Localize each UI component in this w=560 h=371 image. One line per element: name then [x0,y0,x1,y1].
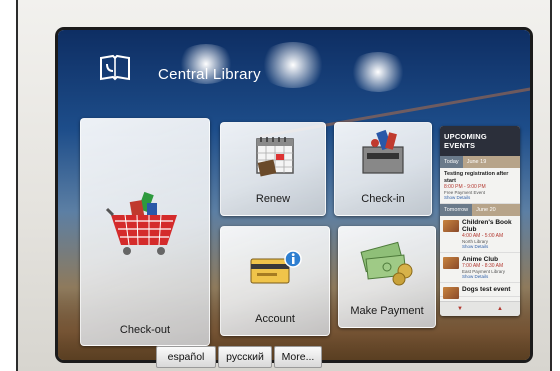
event-item[interactable]: Testing registration after start 8:00 PM… [440,168,520,204]
light-glare [258,42,328,88]
show-details-link[interactable]: Show Details [462,244,516,249]
event-title: Children's Book Club [462,219,512,233]
event-title: Testing registration after start [444,171,509,184]
library-card-icon [250,250,302,284]
checkout-label: Check-out [119,324,171,336]
checkout-button[interactable]: Check-out [80,118,210,346]
make-payment-label: Make Payment [350,305,424,317]
tab-tomorrow[interactable]: Tomorrow [440,204,473,216]
language-button-russian[interactable]: русский [218,346,272,368]
book-drop-icon [362,129,404,174]
checkin-label: Check-in [361,193,405,205]
event-thumbnail [443,220,459,232]
checkin-button[interactable]: Check-in [334,122,432,216]
app-title: Central Library [158,66,261,83]
language-button-spanish[interactable]: español [156,346,216,368]
more-languages-button[interactable]: More... [274,346,322,368]
library-book-icon [100,54,130,81]
event-item[interactable]: Anime Club 7:00 AM - 8:30 AM East Paymen… [440,253,520,283]
bezel-left-edge [0,0,18,371]
event-title: Dogs test event [462,286,511,293]
tomorrow-date: June 20 [472,204,520,216]
light-glare [348,52,408,92]
tab-today[interactable]: Today [440,156,463,168]
today-tab-row: Today June 19 [440,156,520,168]
event-title: Anime Club [462,256,499,263]
account-label: Account [255,313,295,325]
calendar-icon [256,137,294,177]
today-date: June 19 [462,156,520,168]
renew-label: Renew [255,193,291,205]
event-thumbnail [443,287,459,299]
event-thumbnail [443,257,459,269]
scroll-down-icon[interactable]: ▼ [457,306,463,312]
upcoming-events-header: UPCOMING EVENTS [440,126,520,156]
panel-scroll-arrows: ▼ ▲ [440,301,520,316]
upcoming-events-panel: UPCOMING EVENTS Today June 19 Testing re… [440,126,520,316]
show-details-link[interactable]: Show Details [462,274,516,279]
tomorrow-tab-row: Tomorrow June 20 [440,204,520,216]
show-details-link[interactable]: Show Details [444,195,516,200]
kiosk-screen: Central Library Check-out Renew Check-in… [58,30,530,360]
account-button[interactable]: Account [220,226,330,336]
scroll-up-icon[interactable]: ▲ [497,306,503,312]
money-icon [360,241,413,286]
event-item[interactable]: Dogs test event [440,283,520,299]
renew-button[interactable]: Renew [220,122,326,216]
shopping-basket-icon [105,191,177,255]
make-payment-button[interactable]: Make Payment [338,226,436,328]
bezel-right-edge [550,0,560,371]
event-item[interactable]: Children's Book Club 4:00 AM - 5:00 AM N… [440,216,520,253]
